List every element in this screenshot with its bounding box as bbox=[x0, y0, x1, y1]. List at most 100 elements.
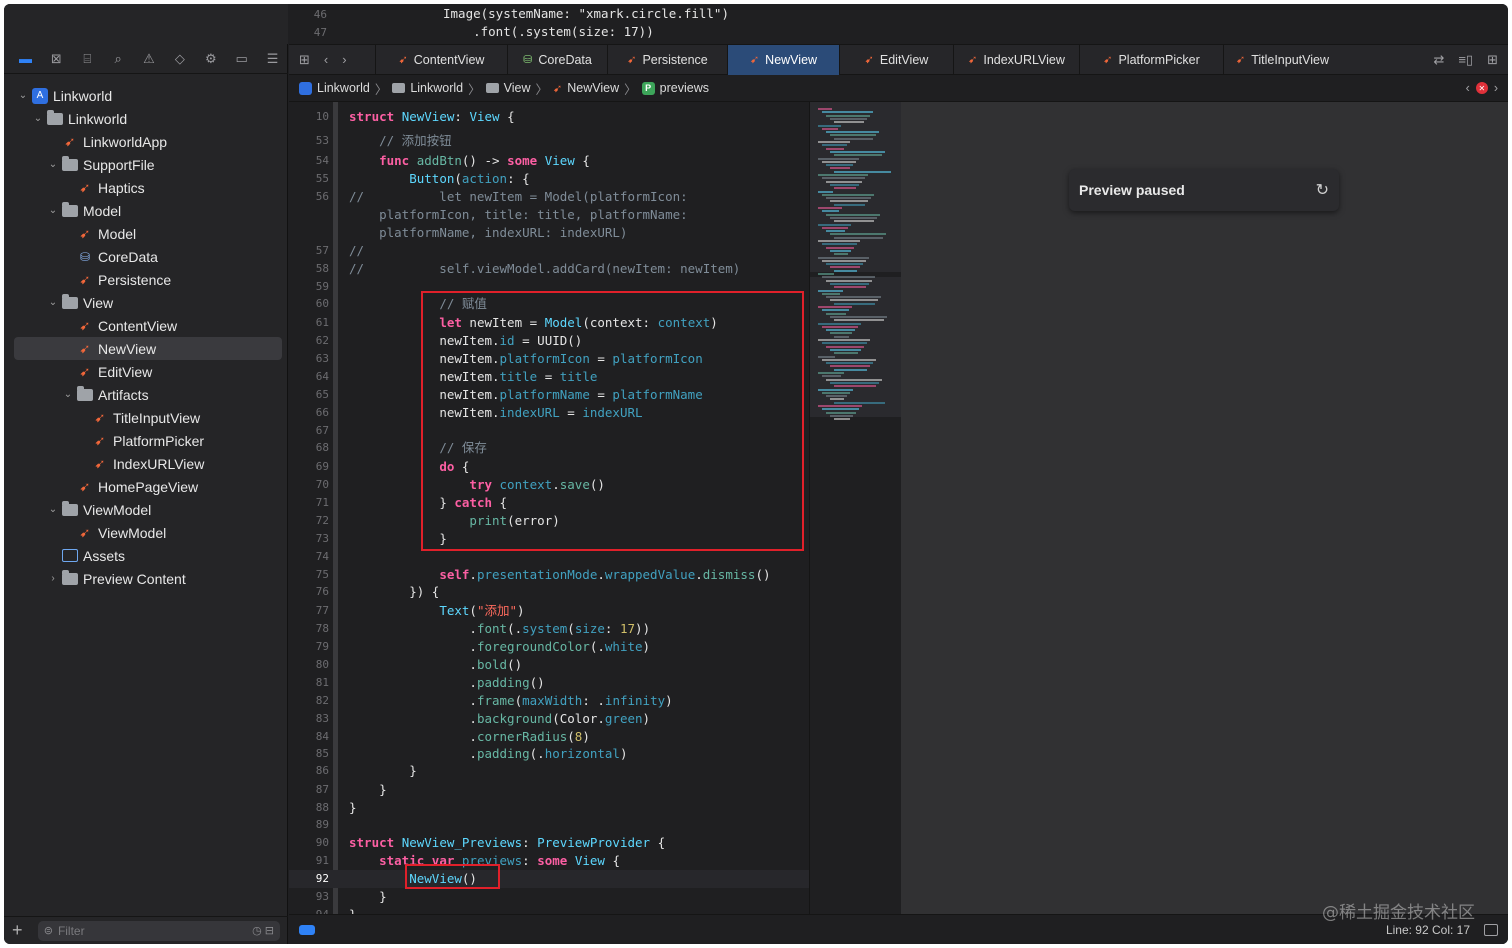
tab-titleinputview[interactable]: ➹ TitleInputView bbox=[1223, 44, 1341, 75]
warning-icon[interactable]: ⚠ bbox=[134, 48, 165, 70]
symbol-icon[interactable]: ⌸ bbox=[72, 48, 103, 70]
editor-area: 46 Image(systemName: "xmark.circle.fill")… bbox=[289, 4, 1508, 944]
tab-editview[interactable]: ➹ EditView bbox=[839, 44, 953, 75]
tree-item[interactable]: ➹ EditView bbox=[4, 360, 288, 383]
breadcrumb-label: Linkworld bbox=[317, 81, 370, 95]
breadcrumb-item[interactable]: ➹ NewView bbox=[553, 81, 619, 95]
swap-icon[interactable]: ⇄ bbox=[1433, 52, 1444, 68]
tree-item[interactable]: ➹ NewView bbox=[14, 337, 282, 360]
line-number: 10 bbox=[315, 110, 329, 123]
minimap-line bbox=[834, 319, 884, 322]
folder-icon bbox=[47, 109, 63, 126]
add-icon[interactable]: + bbox=[12, 920, 30, 941]
tree-item[interactable]: ⌄ View bbox=[4, 291, 288, 314]
tab-contentview[interactable]: ➹ ContentView bbox=[375, 44, 507, 75]
code-line: platformIcon, title: title, platformName… bbox=[289, 206, 809, 224]
swift-file-icon: ➹ bbox=[79, 340, 91, 356]
swift-file-icon: ➹ bbox=[398, 54, 408, 66]
tree-item[interactable]: ➹ PlatformPicker bbox=[4, 429, 288, 452]
code-text: // let newItem = Model(platformIcon: bbox=[349, 189, 688, 204]
asset-catalog-icon bbox=[62, 549, 78, 563]
source-editor[interactable]: 10 struct NewView: View {53 // 添加按钮 54 fun… bbox=[289, 102, 809, 914]
tree-item[interactable]: ➹ Model bbox=[4, 222, 288, 245]
tree-item[interactable]: › Preview Content bbox=[4, 567, 288, 590]
breadcrumb-item[interactable]: Linkworld bbox=[299, 81, 370, 95]
forward-icon[interactable]: › bbox=[342, 52, 346, 67]
tree-item[interactable]: ⛁ CoreData bbox=[4, 245, 288, 268]
tab-label: EditView bbox=[879, 52, 929, 67]
line-number: 81 bbox=[315, 676, 329, 689]
tab-platformpicker[interactable]: ➹ PlatformPicker bbox=[1079, 44, 1223, 75]
test-icon[interactable]: ◇ bbox=[164, 48, 195, 70]
code-line: 90 struct NewView_Previews: PreviewProvid… bbox=[289, 834, 809, 852]
code-line: 76 }) { bbox=[289, 583, 809, 601]
tree-item-label: Assets bbox=[83, 547, 126, 564]
tree-item[interactable]: ➹ Persistence bbox=[4, 268, 288, 291]
search-icon[interactable]: ⌕ bbox=[103, 48, 134, 70]
tree-item[interactable]: ⌄ Artifacts bbox=[4, 383, 288, 406]
minimap-line bbox=[834, 302, 875, 305]
chevron-down-icon[interactable]: ⌄ bbox=[46, 205, 60, 216]
minimap-line bbox=[834, 236, 883, 239]
swift-file-icon: ➹ bbox=[79, 317, 91, 333]
error-icon[interactable]: ✕ bbox=[1475, 82, 1488, 94]
debug-icon[interactable]: ⚙ bbox=[195, 48, 226, 70]
chevron-down-icon[interactable]: ⌄ bbox=[61, 389, 75, 400]
folder-icon[interactable]: ▬ bbox=[10, 48, 41, 70]
chevron-down-icon[interactable]: ⌄ bbox=[16, 90, 30, 101]
tree-item[interactable]: ➹ TitleInputView bbox=[4, 406, 288, 429]
next-issue-icon[interactable]: › bbox=[1494, 81, 1498, 95]
minimap-line bbox=[818, 256, 869, 259]
breakpoint-icon[interactable]: ▭ bbox=[226, 48, 257, 70]
add-editor-icon[interactable]: ⊞ bbox=[1487, 52, 1498, 68]
chevron-right-icon[interactable]: › bbox=[46, 573, 60, 584]
chevron-down-icon[interactable]: ⌄ bbox=[46, 159, 60, 170]
refresh-icon[interactable]: ↻ bbox=[1316, 180, 1329, 200]
chevron-down-icon[interactable]: ⌄ bbox=[31, 113, 45, 124]
source-control-icon[interactable]: ⊠ bbox=[41, 48, 72, 70]
tab-persistence[interactable]: ➹ Persistence bbox=[607, 44, 727, 75]
filter-input[interactable]: ⊜ Filter ◷ ⊟ bbox=[37, 920, 280, 941]
tree-item[interactable]: Assets bbox=[4, 544, 288, 567]
tab-coredata[interactable]: ⛁ CoreData bbox=[507, 44, 607, 75]
code-line: .font(.system(size: 17)) bbox=[443, 24, 654, 39]
app-project-icon: A bbox=[32, 87, 48, 104]
breadcrumb-item[interactable]: Linkworld bbox=[392, 81, 463, 95]
code-line: 54 func addBtn() -> some View { bbox=[289, 152, 809, 170]
minimap[interactable] bbox=[809, 102, 902, 914]
related-items-icon[interactable]: ⊞ bbox=[299, 52, 310, 68]
tree-item[interactable]: ➹ IndexURLView bbox=[4, 452, 288, 475]
tree-item[interactable]: ➹ ViewModel bbox=[4, 521, 288, 544]
debug-area-toggle-icon[interactable] bbox=[299, 924, 315, 935]
editor-options-icon[interactable]: ≡▯ bbox=[1458, 52, 1473, 68]
chevron-down-icon[interactable]: ⌄ bbox=[46, 297, 60, 308]
chevron-down-icon[interactable]: ⌄ bbox=[46, 504, 60, 515]
recent-files-icon[interactable]: ◷ ⊟ bbox=[252, 924, 274, 937]
code-text: .foregroundColor(.white) bbox=[469, 639, 651, 654]
line-number: 65 bbox=[315, 388, 329, 401]
tree-item[interactable]: ➹ ContentView bbox=[4, 314, 288, 337]
tree-item[interactable]: ➹ LinkworldApp bbox=[4, 130, 288, 153]
breadcrumb-item[interactable]: View bbox=[485, 81, 531, 95]
tree-item[interactable]: ➹ Haptics bbox=[4, 176, 288, 199]
jump-bar-trailing: ‹ ✕ › bbox=[1466, 81, 1508, 95]
report-icon[interactable]: ☰ bbox=[257, 48, 288, 70]
tree-item[interactable]: ⌄ ViewModel bbox=[4, 498, 288, 521]
tab-indexurlview[interactable]: ➹ IndexURLView bbox=[953, 44, 1079, 75]
breadcrumb-separator-icon: 〉 bbox=[468, 82, 481, 97]
tree-item[interactable]: ⌄ SupportFile bbox=[4, 153, 288, 176]
back-icon[interactable]: ‹ bbox=[324, 52, 328, 67]
minimap-line bbox=[826, 197, 871, 200]
breadcrumb-item[interactable]: Ppreviews bbox=[641, 81, 709, 95]
code-text: self.presentationMode.wrappedValue.dismi… bbox=[439, 567, 771, 582]
tree-item[interactable]: ⌄ A Linkworld bbox=[4, 84, 288, 107]
tab-newview[interactable]: ➹ NewView bbox=[727, 44, 839, 75]
tree-item[interactable]: ⌄ Linkworld bbox=[4, 107, 288, 130]
tree-item[interactable]: ⌄ Model bbox=[4, 199, 288, 222]
panel-toggle-icon[interactable] bbox=[1484, 923, 1498, 936]
tree-item[interactable]: ➹ HomePageView bbox=[4, 475, 288, 498]
tree-item-label: NewView bbox=[98, 340, 157, 357]
previous-issue-icon[interactable]: ‹ bbox=[1466, 81, 1470, 95]
code-line: 94} bbox=[289, 906, 809, 914]
line-number: 84 bbox=[315, 730, 329, 743]
